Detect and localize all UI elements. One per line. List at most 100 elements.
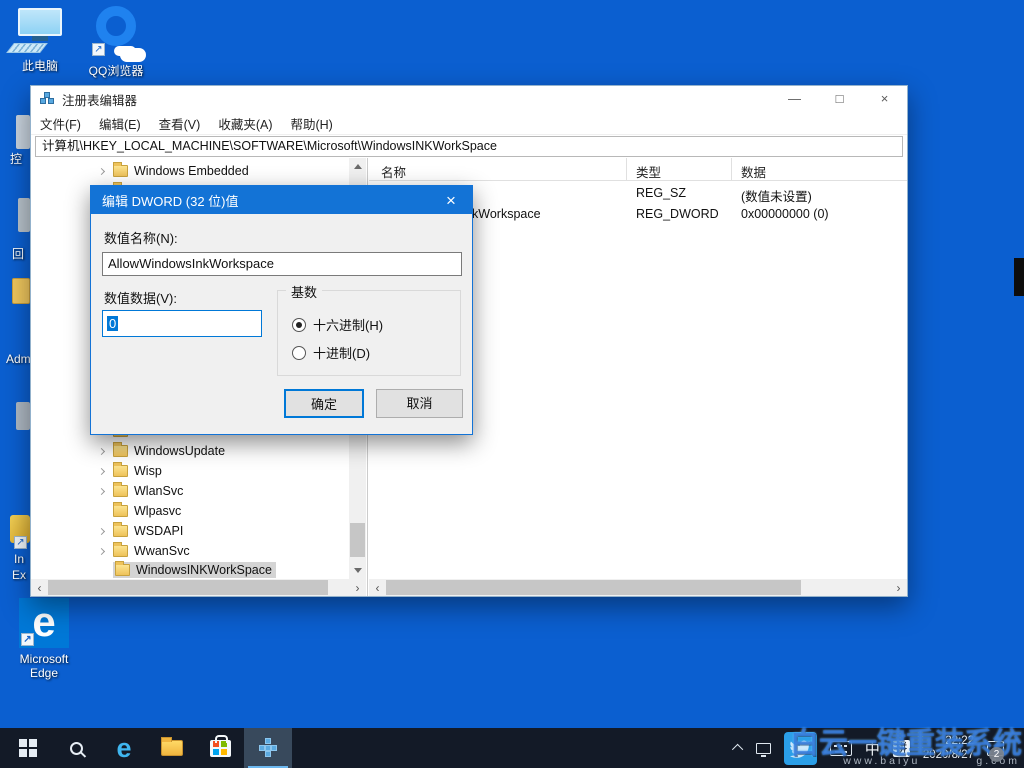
close-button[interactable]: × — [862, 86, 907, 112]
expand-chevron-icon[interactable] — [99, 549, 113, 554]
desktop-icon-label: Edge — [12, 666, 76, 680]
cancel-button[interactable]: 取消 — [376, 389, 463, 418]
desktop-icon-label: 此电脑 — [8, 57, 72, 74]
column-type[interactable]: 类型 — [636, 162, 661, 181]
desktop-icon-label: Microsoft — [12, 652, 76, 666]
base-groupbox: 基数 十六进制(H) 十进制(D) — [277, 290, 461, 376]
taskbar-file-explorer-button[interactable] — [148, 728, 196, 768]
tree-item-windowsinkworkspace-selected[interactable]: WindowsINKWorkSpace — [31, 561, 366, 579]
column-data[interactable]: 数据 — [741, 162, 766, 181]
decimal-radio[interactable]: 十进制(D) — [292, 343, 370, 362]
menu-help[interactable]: 帮助(H) — [281, 114, 341, 133]
base-legend: 基数 — [286, 282, 322, 301]
taskbar-store-button[interactable] — [196, 728, 244, 768]
tree-item-windows-embedded[interactable]: Windows Embedded — [31, 161, 366, 181]
notification-badge[interactable]: 2 — [989, 747, 1004, 762]
window-title: 注册表编辑器 — [62, 90, 137, 109]
dialog-titlebar[interactable]: 编辑 DWORD (32 位)值 × — [91, 186, 472, 214]
address-bar: 计算机\HKEY_LOCAL_MACHINE\SOFTWARE\Microsof… — [31, 135, 907, 158]
ime-mode-indicator[interactable]: 中 — [865, 738, 880, 759]
value-name-field[interactable]: AllowWindowsInkWorkspace — [102, 252, 462, 276]
selected-text: 0 — [107, 316, 118, 331]
twitter-bird-tray-icon[interactable] — [784, 732, 817, 765]
partial-icon-label: 回 — [12, 245, 24, 262]
dialog-title: 编辑 DWORD (32 位)值 — [102, 191, 239, 210]
system-tray: 中 拼 22:22 2020/8/27 — [735, 728, 1024, 768]
folder-icon — [113, 485, 128, 497]
taskbar-registry-editor-button[interactable] — [244, 728, 292, 768]
folder-icon — [113, 165, 128, 177]
registry-editor-icon — [258, 738, 278, 758]
menu-file[interactable]: 文件(F) — [31, 114, 90, 133]
tray-overflow-chevron-icon[interactable] — [732, 744, 743, 755]
tree-item-wlansvc[interactable]: WlanSvc — [31, 481, 366, 501]
display-tray-icon[interactable] — [756, 743, 771, 754]
radio-unselected-icon[interactable] — [292, 346, 306, 360]
taskbar-clock[interactable]: 22:22 2020/8/27 — [923, 734, 974, 762]
scrollbar-thumb[interactable] — [386, 580, 801, 595]
scrollbar-thumb[interactable] — [48, 580, 328, 595]
tree-horizontal-scrollbar[interactable]: ‹ › — [31, 579, 366, 596]
partial-desktop-icon[interactable] — [18, 198, 30, 232]
scroll-left-icon[interactable]: ‹ — [369, 579, 386, 596]
scroll-down-icon[interactable] — [349, 562, 366, 579]
scrollbar-thumb[interactable] — [350, 523, 365, 557]
expand-chevron-icon[interactable] — [99, 529, 113, 534]
tree-item-windowsupdate[interactable]: WindowsUpdate — [31, 441, 366, 461]
folder-icon — [113, 545, 128, 557]
hexadecimal-radio[interactable]: 十六进制(H) — [292, 315, 383, 334]
expand-chevron-icon[interactable] — [99, 449, 113, 454]
edge-icon: e ↗ — [19, 598, 69, 648]
tree-item-wsdapi[interactable]: WSDAPI — [31, 521, 366, 541]
expand-chevron-icon[interactable] — [99, 489, 113, 494]
windows-logo-icon — [19, 739, 37, 757]
tree-item-wisp[interactable]: Wisp — [31, 461, 366, 481]
edge-icon: e — [116, 735, 131, 762]
window-titlebar[interactable]: 注册表编辑器 — □ × — [31, 86, 907, 112]
folder-icon — [113, 505, 128, 517]
shortcut-arrow-icon: ↗ — [21, 633, 34, 646]
desktop-icon-qq-browser[interactable]: ↗ QQ浏览器 — [84, 4, 148, 79]
scroll-right-icon[interactable]: › — [890, 579, 907, 596]
expand-chevron-icon[interactable] — [99, 469, 113, 474]
file-explorer-icon — [161, 740, 183, 756]
tree-item-wlpasvc[interactable]: Wlpasvc — [31, 501, 366, 521]
microsoft-store-icon — [210, 740, 231, 757]
scroll-up-icon[interactable] — [349, 158, 366, 175]
partial-desktop-icon[interactable] — [16, 402, 30, 430]
menu-view[interactable]: 查看(V) — [150, 114, 210, 133]
desktop-icon-microsoft-edge[interactable]: e ↗ Microsoft Edge — [12, 598, 76, 680]
list-horizontal-scrollbar[interactable]: ‹ › — [369, 579, 907, 596]
maximize-button[interactable]: □ — [817, 86, 862, 112]
start-button[interactable] — [4, 728, 52, 768]
radio-selected-icon[interactable] — [292, 318, 306, 332]
registry-editor-icon — [40, 92, 55, 107]
value-name-label: 数值名称(N): — [104, 228, 178, 247]
expand-chevron-icon[interactable] — [99, 169, 113, 174]
menu-favorites[interactable]: 收藏夹(A) — [209, 114, 281, 133]
minimize-button[interactable]: — — [772, 86, 817, 112]
selected-tree-item: WindowsINKWorkSpace — [113, 562, 276, 578]
value-data-input[interactable]: 0 — [102, 310, 262, 337]
ime-pinyin-indicator[interactable]: 拼 — [893, 740, 910, 757]
scroll-right-icon[interactable]: › — [349, 579, 366, 596]
partial-icon-label: In — [14, 552, 24, 566]
menu-edit[interactable]: 编辑(E) — [90, 114, 150, 133]
desktop-icon-this-pc[interactable]: 此电脑 — [8, 8, 72, 74]
desktop-icon-label: QQ浏览器 — [84, 62, 148, 79]
partial-desktop-icon[interactable] — [16, 115, 30, 149]
partial-icon-label: Ex — [12, 568, 26, 582]
ok-button[interactable]: 确定 — [284, 389, 364, 418]
touch-keyboard-icon[interactable] — [830, 741, 852, 756]
dialog-close-icon[interactable]: × — [430, 187, 472, 214]
taskbar-edge-button[interactable]: e — [100, 728, 148, 768]
column-name[interactable]: 名称 — [381, 162, 406, 181]
partial-icon-label: Adm — [6, 352, 31, 366]
search-button[interactable] — [52, 728, 100, 768]
tree-item-wwansvc[interactable]: WwanSvc — [31, 541, 366, 561]
list-header: 名称 类型 数据 — [369, 158, 907, 181]
address-input[interactable]: 计算机\HKEY_LOCAL_MACHINE\SOFTWARE\Microsof… — [35, 136, 903, 157]
scroll-left-icon[interactable]: ‹ — [31, 579, 48, 596]
partial-folder-icon[interactable] — [12, 278, 30, 304]
bird-icon — [790, 738, 811, 759]
